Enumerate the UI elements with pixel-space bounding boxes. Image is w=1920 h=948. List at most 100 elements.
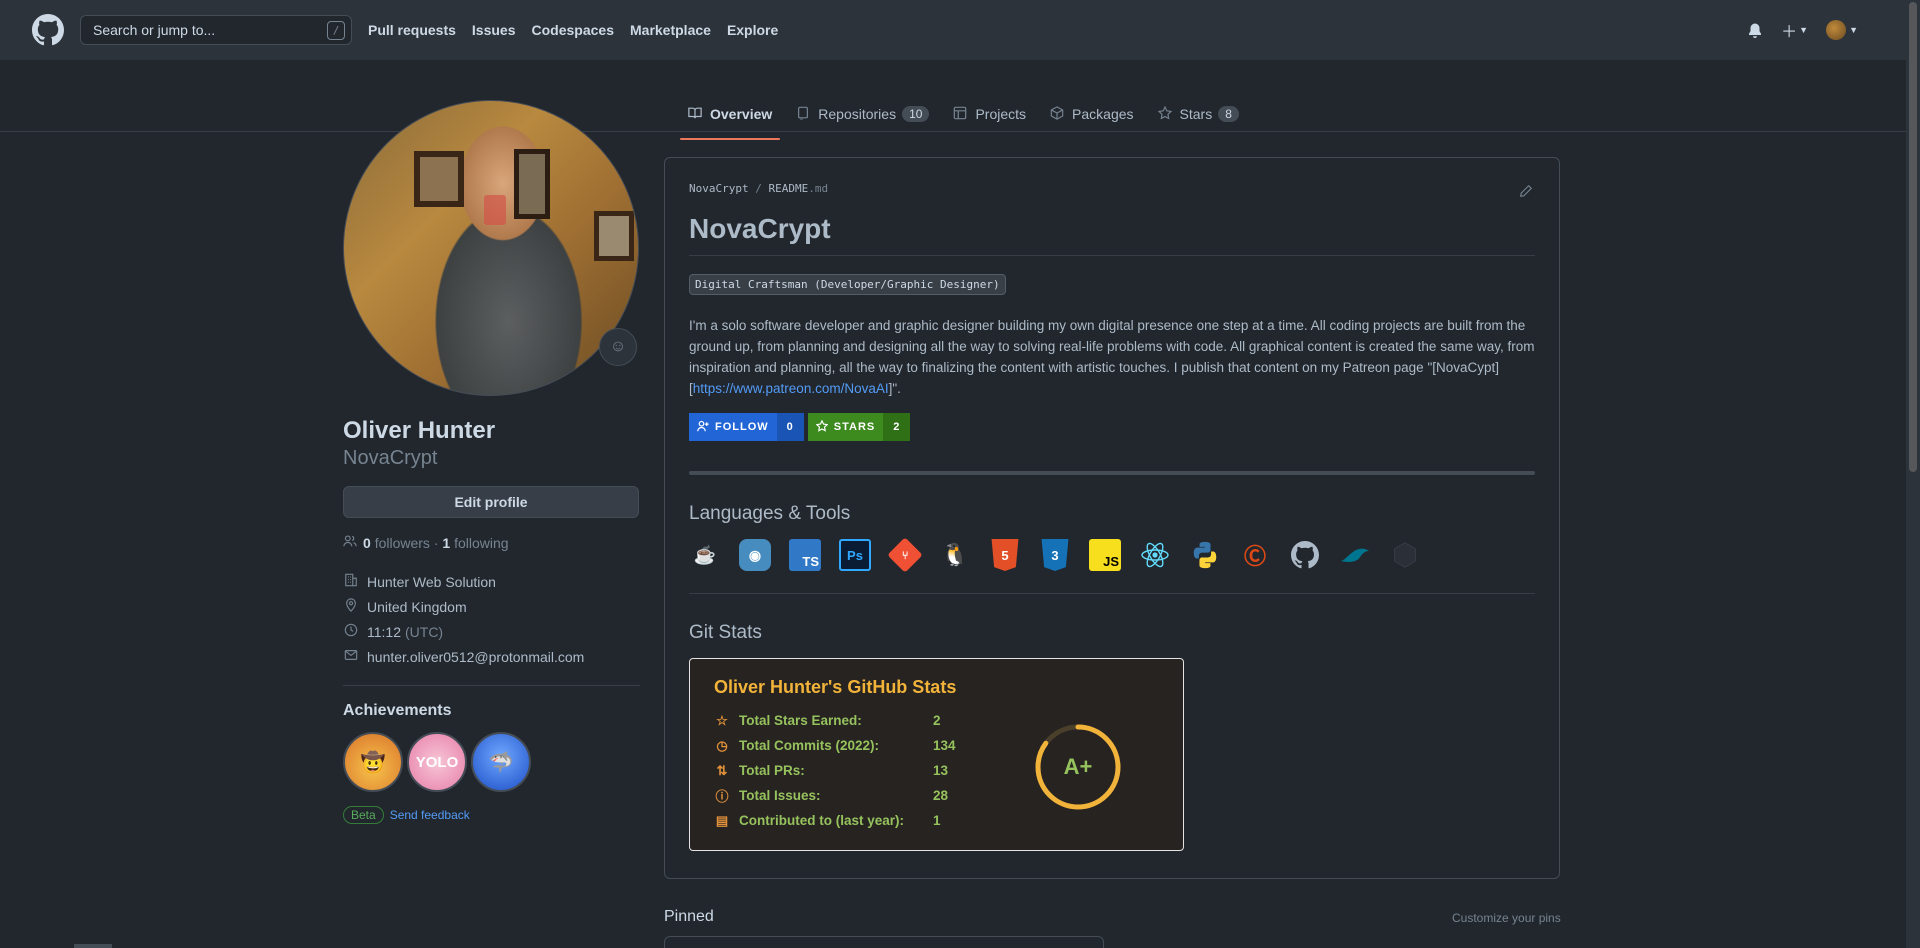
follow-counts: 0 followers · 1 following bbox=[343, 534, 640, 551]
rank-grade: A+ bbox=[1063, 754, 1093, 779]
send-feedback-link[interactable]: Send feedback bbox=[390, 808, 470, 822]
avatar-small bbox=[1826, 20, 1847, 40]
achievements-beta-row: Beta Send feedback bbox=[343, 806, 640, 824]
stars-count-badge: 8 bbox=[1218, 106, 1239, 122]
crumb-file: README bbox=[768, 182, 809, 195]
photoshop-icon[interactable]: Ps bbox=[839, 539, 871, 571]
tab-stars[interactable]: Stars 8 bbox=[1150, 96, 1247, 132]
nav-explore[interactable]: Explore bbox=[727, 22, 778, 38]
issue-icon: ⓘ bbox=[715, 789, 729, 804]
mysql-icon[interactable] bbox=[1339, 539, 1371, 571]
codeigniter-icon[interactable]: Ⓒ bbox=[1239, 539, 1271, 571]
html5-icon[interactable]: 5 bbox=[991, 539, 1019, 571]
timezone-text: (UTC) bbox=[405, 623, 444, 640]
email-link[interactable]: hunter.oliver0512@protonmail.com bbox=[367, 649, 584, 665]
stat-row: ▤ Contributed to (last year): 1 bbox=[714, 808, 1159, 833]
git-icon[interactable]: ⑂ bbox=[887, 537, 923, 573]
pull-request-icon: ⇅ bbox=[716, 762, 728, 778]
profile-full-name: Oliver Hunter bbox=[343, 417, 496, 444]
tab-projects[interactable]: Projects bbox=[945, 96, 1034, 132]
achievement-badge-quickdraw[interactable]: 🤠 bbox=[343, 732, 403, 792]
linux-icon[interactable]: 🐧 bbox=[939, 539, 971, 571]
github-logo-icon[interactable] bbox=[32, 14, 64, 46]
customize-pins-link[interactable]: Customize your pins bbox=[1452, 911, 1561, 925]
crumb-user[interactable]: NovaCrypt bbox=[689, 182, 749, 195]
stat-value: 2 bbox=[933, 713, 941, 728]
nav-issues[interactable]: Issues bbox=[472, 22, 516, 38]
location-text: United Kingdom bbox=[367, 598, 467, 615]
nav-codespaces[interactable]: Codespaces bbox=[532, 22, 614, 38]
beta-label: Beta bbox=[343, 806, 384, 824]
tab-label: Stars bbox=[1179, 106, 1213, 122]
user-menu[interactable]: ▼ bbox=[1826, 20, 1858, 40]
stat-label: Contributed to (last year): bbox=[739, 813, 905, 828]
profile-tabs: Overview Repositories 10 Projects Packag… bbox=[680, 96, 1255, 140]
tab-label: Repositories bbox=[818, 106, 897, 122]
star-icon: ☆ bbox=[716, 712, 728, 728]
tab-label: Projects bbox=[975, 106, 1027, 122]
github-icon[interactable] bbox=[1289, 539, 1321, 571]
profile-tabbar: Overview Repositories 10 Projects Packag… bbox=[0, 60, 1906, 140]
followers-link[interactable]: followers bbox=[375, 535, 430, 551]
follow-shield-label: FOLLOW bbox=[689, 413, 777, 441]
readme-title: NovaCrypt bbox=[689, 213, 1535, 256]
achievement-badges: 🤠 YOLO 🦈 bbox=[343, 732, 640, 792]
organization-icon bbox=[343, 573, 359, 590]
tab-packages[interactable]: Packages bbox=[1042, 96, 1141, 132]
languages-tools-heading: Languages & Tools bbox=[689, 503, 851, 524]
company-row: Hunter Web Solution bbox=[343, 569, 640, 594]
avatar-detail bbox=[414, 151, 464, 207]
stat-label: Total Commits (2022): bbox=[739, 738, 880, 753]
pinned-heading: Pinned bbox=[664, 908, 714, 925]
nav-marketplace[interactable]: Marketplace bbox=[630, 22, 711, 38]
following-link[interactable]: following bbox=[454, 535, 508, 551]
css3-icon[interactable]: 3 bbox=[1041, 539, 1069, 571]
react-icon[interactable] bbox=[1139, 539, 1171, 571]
patreon-link[interactable]: https://www.patreon.com/NovaAI bbox=[693, 381, 889, 396]
stat-value: 13 bbox=[933, 763, 949, 778]
stars-shield[interactable]: STARS 2 bbox=[807, 413, 911, 441]
followers-count[interactable]: 0 bbox=[363, 535, 371, 551]
following-count[interactable]: 1 bbox=[442, 535, 450, 551]
javascript-icon[interactable]: JS bbox=[1089, 539, 1121, 571]
location-row: United Kingdom bbox=[343, 594, 640, 619]
git-stats-heading: Git Stats bbox=[689, 622, 762, 643]
java-icon[interactable]: ☕ bbox=[689, 539, 721, 571]
section-divider bbox=[689, 593, 1535, 594]
set-status-smiley-icon[interactable]: ☺ bbox=[599, 328, 637, 366]
profile-avatar[interactable] bbox=[343, 100, 639, 396]
star-icon bbox=[1157, 105, 1172, 123]
search-input[interactable]: Search or jump to... / bbox=[80, 15, 352, 45]
star-outline-icon bbox=[815, 419, 829, 435]
vertical-scrollbar[interactable] bbox=[1906, 0, 1920, 948]
achievements-heading[interactable]: Achievements bbox=[343, 702, 640, 720]
stat-label: Total Issues: bbox=[739, 788, 821, 803]
tab-repositories[interactable]: Repositories 10 bbox=[788, 96, 937, 132]
scrollbar-thumb[interactable] bbox=[1909, 2, 1917, 472]
readme-breadcrumb: NovaCrypt / README.md bbox=[689, 182, 1535, 195]
bio-end: ]". bbox=[888, 381, 901, 396]
avatar-detail bbox=[484, 195, 506, 225]
plus-dropdown-icon[interactable]: ＋ ▼ bbox=[1781, 18, 1808, 42]
local-time-row: 11:12 (UTC) bbox=[343, 619, 640, 644]
search-shortcut-key: / bbox=[327, 21, 345, 40]
godot-icon[interactable]: ◉ bbox=[739, 539, 771, 571]
package-icon bbox=[1050, 105, 1064, 123]
clock-icon bbox=[343, 623, 359, 640]
tab-overview[interactable]: Overview bbox=[680, 96, 781, 140]
pinned-repo-card[interactable] bbox=[664, 936, 1104, 948]
stat-value: 134 bbox=[933, 738, 956, 753]
achievement-badge-yolo[interactable]: YOLO bbox=[407, 732, 467, 792]
unity-icon[interactable] bbox=[1389, 539, 1421, 571]
achievement-badge-pull-shark[interactable]: 🦈 bbox=[471, 732, 531, 792]
bell-icon[interactable] bbox=[1747, 22, 1763, 38]
nav-pull-requests[interactable]: Pull requests bbox=[368, 22, 456, 38]
edit-readme-pencil-icon[interactable] bbox=[1519, 184, 1533, 201]
github-stats-card: Oliver Hunter's GitHub Stats ☆ Total Sta… bbox=[689, 658, 1184, 851]
follow-shield[interactable]: FOLLOW 0 bbox=[689, 413, 804, 441]
python-icon[interactable] bbox=[1189, 539, 1221, 571]
crumb-file-ext: .md bbox=[808, 182, 829, 195]
typescript-icon[interactable]: TS bbox=[789, 539, 821, 571]
stars-shield-count: 2 bbox=[883, 413, 911, 441]
edit-profile-button[interactable]: Edit profile bbox=[343, 486, 639, 518]
